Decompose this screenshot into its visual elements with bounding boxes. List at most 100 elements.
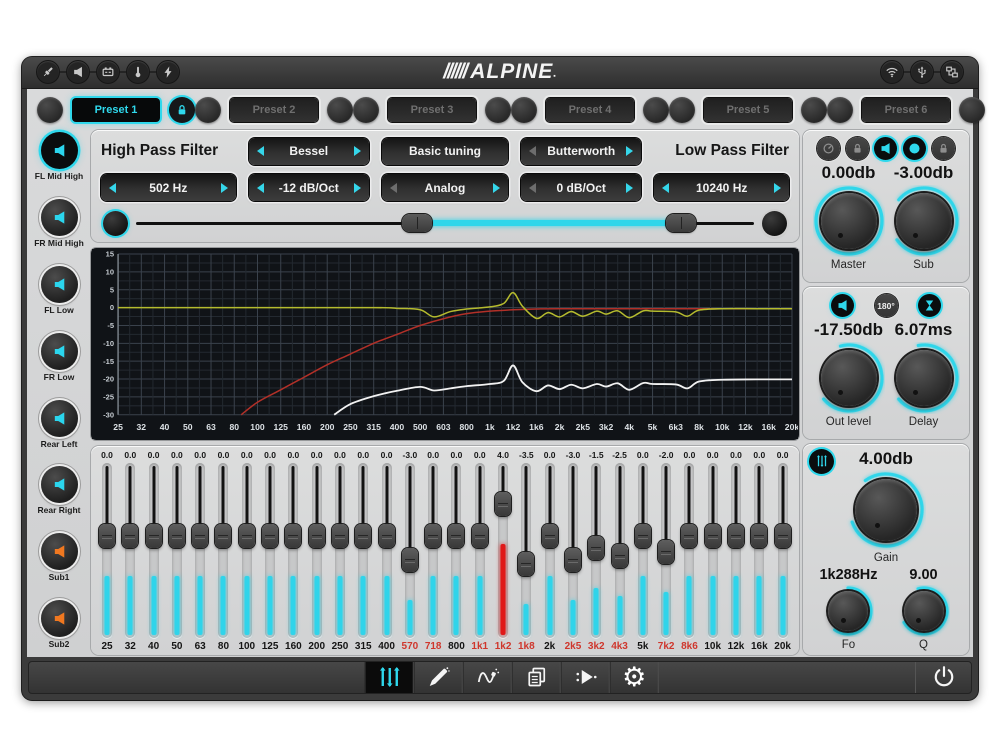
prev-arrow-icon[interactable] — [529, 146, 536, 156]
amplifier-tool-button[interactable] — [561, 662, 610, 693]
prev-arrow-icon[interactable] — [257, 146, 264, 156]
crossover-high-handle[interactable] — [666, 214, 696, 232]
delay-knob[interactable] — [888, 342, 960, 414]
eq-slider-handle[interactable] — [472, 524, 488, 548]
preset-button-3[interactable]: Preset 3 — [388, 98, 476, 122]
eq-slider-1k2[interactable] — [492, 463, 514, 638]
next-arrow-icon[interactable] — [626, 146, 633, 156]
prev-arrow-icon[interactable] — [529, 183, 536, 193]
q-knob-cap[interactable] — [904, 591, 944, 631]
preset-knob[interactable] — [327, 97, 353, 123]
master-knob-cap[interactable] — [821, 193, 877, 249]
gauge-icon[interactable] — [817, 137, 840, 160]
preset-button-2[interactable]: Preset 2 — [230, 98, 318, 122]
lpf-type-selector[interactable]: Butterworth — [521, 138, 641, 165]
preset-knob[interactable] — [827, 97, 853, 123]
preset-knob[interactable] — [195, 97, 221, 123]
hpf-type-selector[interactable]: Bessel — [249, 138, 369, 165]
out-level-knob[interactable] — [813, 342, 885, 414]
gauge-icon[interactable] — [903, 137, 926, 160]
crossover-low-handle[interactable] — [402, 214, 432, 232]
basic-tuning-button[interactable]: Basic tuning — [382, 138, 508, 165]
out-level-knob-cap[interactable] — [821, 350, 877, 406]
eq-slider-handle[interactable] — [192, 524, 208, 548]
eq-slider-handle[interactable] — [355, 524, 371, 548]
next-arrow-icon[interactable] — [774, 183, 781, 193]
eq-slider-200[interactable] — [306, 463, 328, 638]
prev-arrow-icon[interactable] — [662, 183, 669, 193]
lock-icon[interactable] — [846, 137, 869, 160]
signal-path-tool-button[interactable] — [463, 662, 512, 693]
eq-slider-handle[interactable] — [379, 524, 395, 548]
eq-slider-handle[interactable] — [309, 524, 325, 548]
gain-knob[interactable] — [846, 470, 926, 550]
preset-knob[interactable] — [801, 97, 827, 123]
eq-slider-315[interactable] — [352, 463, 374, 638]
eq-slider-handle[interactable] — [542, 524, 558, 548]
next-arrow-icon[interactable] — [626, 183, 633, 193]
eq-slider-handle[interactable] — [495, 492, 511, 516]
equalizer-tool-button[interactable] — [365, 662, 414, 693]
channel-button[interactable] — [41, 266, 78, 303]
channel-button[interactable] — [41, 400, 78, 437]
pen-tool-button[interactable] — [414, 662, 463, 693]
preset-knob[interactable] — [485, 97, 511, 123]
eq-slider-handle[interactable] — [775, 524, 791, 548]
eq-slider-10k[interactable] — [702, 463, 724, 638]
eq-slider-handle[interactable] — [681, 524, 697, 548]
eq-slider-handle[interactable] — [99, 524, 115, 548]
preset-button-6[interactable]: Preset 6 — [862, 98, 950, 122]
crossover-left-knob[interactable] — [103, 211, 128, 236]
preset-knob[interactable] — [511, 97, 537, 123]
eq-slider-80[interactable] — [212, 463, 234, 638]
channel-button[interactable] — [41, 533, 78, 570]
channel-button[interactable] — [41, 132, 78, 169]
eq-slider-handle[interactable] — [146, 524, 162, 548]
preset-knob[interactable] — [959, 97, 985, 123]
eq-slider-20k[interactable] — [772, 463, 794, 638]
preset-lock-icon[interactable] — [169, 97, 195, 123]
eq-slider-handle[interactable] — [588, 536, 604, 560]
lock-icon[interactable] — [932, 137, 955, 160]
preset-button-1[interactable]: Preset 1 — [72, 98, 160, 122]
eq-slider-handle[interactable] — [239, 524, 255, 548]
settings-tool-button[interactable]: ⚙ — [610, 662, 659, 693]
copy-tool-button[interactable] — [512, 662, 561, 693]
eq-slider-handle[interactable] — [215, 524, 231, 548]
preset-knob[interactable] — [37, 97, 63, 123]
master-knob[interactable] — [813, 185, 885, 257]
lpf-slope-selector[interactable]: 0 dB/Oct — [521, 174, 641, 201]
next-arrow-icon[interactable] — [493, 183, 500, 193]
eq-slider-handle[interactable] — [705, 524, 721, 548]
eq-slider-40[interactable] — [143, 463, 165, 638]
eq-slider-4k3[interactable] — [609, 463, 631, 638]
prev-arrow-icon[interactable] — [257, 183, 264, 193]
eq-slider-handle[interactable] — [122, 524, 138, 548]
eq-slider-5k[interactable] — [632, 463, 654, 638]
eq-slider-800[interactable] — [445, 463, 467, 638]
hpf-freq-selector[interactable]: 502 Hz — [101, 174, 236, 201]
prev-arrow-icon[interactable] — [109, 183, 116, 193]
eq-slider-handle[interactable] — [658, 540, 674, 564]
eq-band-icon[interactable] — [809, 449, 834, 474]
eq-slider-handle[interactable] — [402, 548, 418, 572]
sub-knob[interactable] — [888, 185, 960, 257]
eq-slider-50[interactable] — [166, 463, 188, 638]
eq-slider-handle[interactable] — [728, 524, 744, 548]
eq-slider-160[interactable] — [282, 463, 304, 638]
channel-button[interactable] — [41, 466, 78, 503]
eq-slider-7k2[interactable] — [655, 463, 677, 638]
eq-slider-handle[interactable] — [565, 548, 581, 572]
delay-knob-cap[interactable] — [896, 350, 952, 406]
tuning-mode-selector[interactable]: Analog — [382, 174, 508, 201]
eq-slider-400[interactable] — [376, 463, 398, 638]
eq-slider-125[interactable] — [259, 463, 281, 638]
channel-button[interactable] — [41, 333, 78, 370]
eq-slider-handle[interactable] — [262, 524, 278, 548]
preset-knob[interactable] — [353, 97, 379, 123]
preset-knob[interactable] — [643, 97, 669, 123]
preset-button-4[interactable]: Preset 4 — [546, 98, 634, 122]
speaker-icon[interactable] — [874, 137, 897, 160]
next-arrow-icon[interactable] — [221, 183, 228, 193]
eq-slider-handle[interactable] — [285, 524, 301, 548]
